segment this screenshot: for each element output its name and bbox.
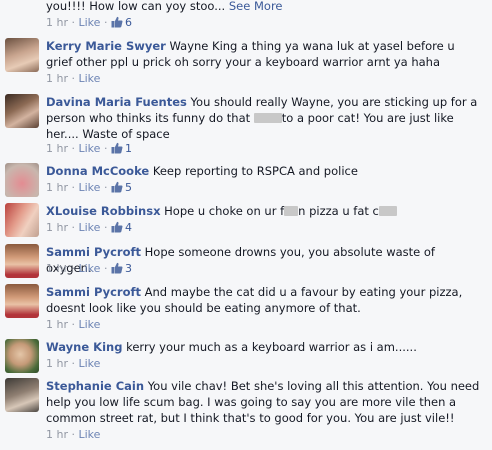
avatar[interactable] <box>5 203 39 237</box>
comment-meta: 1 hr · Like · 6 <box>46 16 132 29</box>
like-link[interactable]: Like <box>79 262 101 275</box>
like-count[interactable]: 6 <box>111 16 132 29</box>
like-link[interactable]: Like <box>79 181 101 194</box>
comment-body: Davina Maria Fuentes You should really W… <box>46 94 484 142</box>
thumbs-up-icon <box>111 262 123 274</box>
comment-author[interactable]: Sammi Pycroft <box>46 285 141 299</box>
like-link[interactable]: Like <box>79 221 101 234</box>
avatar[interactable] <box>5 284 39 318</box>
comment-meta: 1 hr · Like <box>46 72 101 85</box>
comment-meta: 1 hr · Like <box>46 357 101 370</box>
comment-time[interactable]: 1 hr <box>46 428 68 441</box>
comment-meta: 1 hr · Like · 1 <box>46 142 132 155</box>
thumbs-up-icon <box>111 221 123 233</box>
censored-word <box>284 206 299 216</box>
comment-time[interactable]: 1 hr <box>46 262 68 275</box>
like-count[interactable]: 4 <box>111 221 132 234</box>
thumbs-up-icon <box>111 16 123 28</box>
censored-word <box>378 206 397 216</box>
comment-body: Stephanie Cain You vile chav! Bet she's … <box>46 378 484 426</box>
comment-author[interactable]: Davina Maria Fuentes <box>46 95 187 109</box>
comment-author[interactable]: XLouise Robbinsx <box>46 204 160 218</box>
avatar[interactable] <box>5 244 39 278</box>
comment-text: Keep reporting to RSPCA and police <box>152 164 358 178</box>
like-link[interactable]: Like <box>79 72 101 85</box>
comment-meta: 1 hr · Like <box>46 428 101 441</box>
like-link[interactable]: Like <box>79 357 101 370</box>
like-link[interactable]: Like <box>79 16 101 29</box>
comment-body: Sammi Pycroft And maybe the cat did u a … <box>46 284 484 316</box>
truncated-comment: you!!!! How low can yoy stoo... See More <box>46 0 283 13</box>
comment-meta: 1 hr · Like · 4 <box>46 221 132 234</box>
avatar[interactable] <box>5 378 39 412</box>
comment-time[interactable]: 1 hr <box>46 16 68 29</box>
like-count[interactable]: 5 <box>111 181 132 194</box>
thumbs-up-icon <box>111 181 123 193</box>
comment-author[interactable]: Wayne King <box>46 340 122 354</box>
comment-text: kerry your much as a keyboard warrior as… <box>126 340 417 354</box>
comment-author[interactable]: Kerry Marie Swyer <box>46 39 166 53</box>
comment-time[interactable]: 1 hr <box>46 142 68 155</box>
like-count[interactable]: 1 <box>111 142 132 155</box>
censored-word <box>253 113 282 123</box>
avatar[interactable] <box>5 94 39 128</box>
like-link[interactable]: Like <box>79 318 101 331</box>
comment-text: n pizza u fat c <box>298 204 379 218</box>
avatar[interactable] <box>5 163 39 197</box>
like-link[interactable]: Like <box>79 428 101 441</box>
comment-time[interactable]: 1 hr <box>46 181 68 194</box>
like-count[interactable]: 3 <box>111 262 132 275</box>
comment-author[interactable]: Sammi Pycroft <box>46 245 141 259</box>
comment-feed: you!!!! How low can yoy stoo... See More… <box>0 0 492 450</box>
comment-text: Hope u choke on ur f <box>164 204 285 218</box>
avatar[interactable] <box>5 38 39 72</box>
comment-time[interactable]: 1 hr <box>46 318 68 331</box>
comment-author[interactable]: Stephanie Cain <box>46 379 144 393</box>
comment-body: XLouise Robbinsx Hope u choke on ur f n p… <box>46 203 484 219</box>
avatar[interactable] <box>5 339 39 373</box>
comment-text: you!!!! How low can yoy stoo... <box>46 0 226 13</box>
comment-body: Donna McCooke Keep reporting to RSPCA an… <box>46 163 484 179</box>
like-link[interactable]: Like <box>79 142 101 155</box>
comment-time[interactable]: 1 hr <box>46 72 68 85</box>
comment-meta: 1 hr · Like · 5 <box>46 181 132 194</box>
comment-time[interactable]: 1 hr <box>46 357 68 370</box>
comment-meta: 1 hr · Like <box>46 318 101 331</box>
comment-meta: 1 hr · Like · 3 <box>46 262 132 275</box>
comment-body: Kerry Marie Swyer Wayne King a thing ya … <box>46 38 484 70</box>
see-more-link[interactable]: See More <box>229 0 283 13</box>
thumbs-up-icon <box>111 142 123 154</box>
comment-author[interactable]: Donna McCooke <box>46 164 149 178</box>
comment-body: Wayne King kerry your much as a keyboard… <box>46 339 484 355</box>
comment-time[interactable]: 1 hr <box>46 221 68 234</box>
